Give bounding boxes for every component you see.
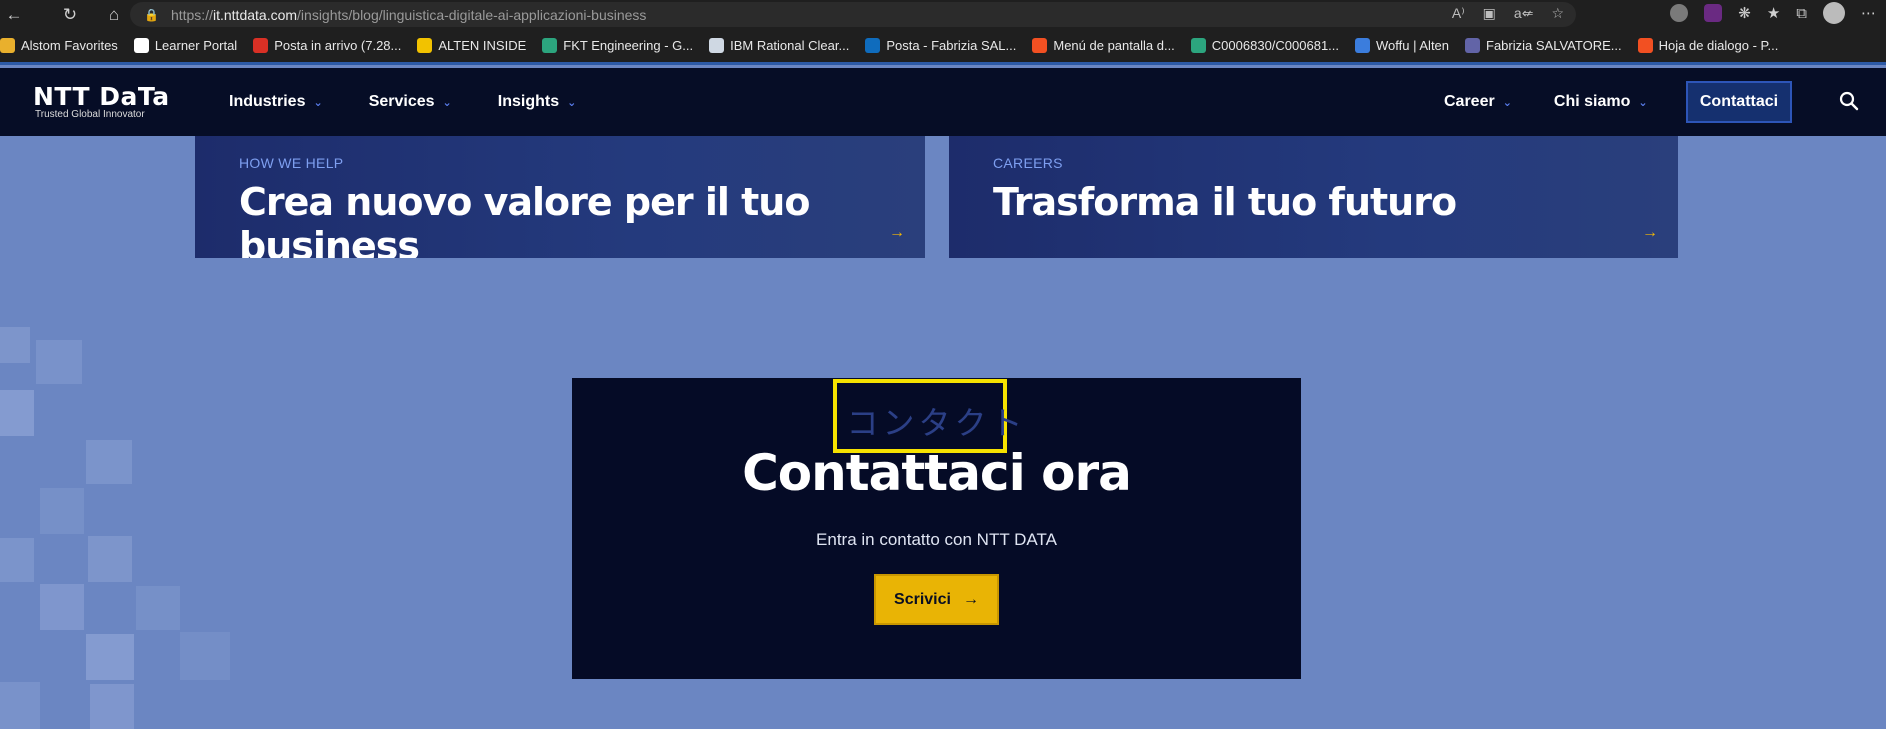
bookmark-item[interactable]: Hoja de dialogo - P... [1637,38,1779,53]
contact-subtitle: Entra in contatto con NTT DATA [816,530,1057,549]
collections-icon[interactable]: ⧉ [1796,5,1807,22]
home-icon[interactable]: ⌂ [100,1,128,29]
url-domain: it.nttdata.com [212,6,298,23]
reader-view-icon[interactable]: ▣ [1483,5,1496,22]
bookmark-label: Learner Portal [154,38,238,53]
scrivici-button[interactable]: Scrivici → [874,574,999,625]
bookmark-label: Alstom Favorites [21,38,118,53]
logo-wordmark: NTT DaTa [33,82,170,111]
bookmark-favicon-icon [417,38,433,53]
bookmark-favicon-icon [0,38,15,53]
card-eyebrow: CAREERS [993,155,1063,171]
search-icon[interactable] [1838,90,1860,112]
bookmark-label: Menú de pantalla d... [1053,38,1175,53]
favorite-add-icon[interactable]: ☆ [1551,5,1564,22]
bookmark-favicon-icon [709,38,725,53]
nav-career[interactable]: Career ⌄ [1444,93,1512,111]
contact-kana-heading: コンタクト [846,405,1027,441]
bookmark-label: Woffu | Alten [1376,38,1450,53]
refresh-icon[interactable]: ↻ [56,1,84,29]
bookmark-label: FKT Engineering - G... [563,38,694,53]
bookmark-item[interactable]: Fabrizia SALVATORE... [1465,38,1622,53]
read-aloud-icon[interactable]: A⁾ [1452,5,1465,22]
browser-toolbar: ← ↻ ⌂ 🔒 https:// it.nttdata.com /insight… [0,0,1886,29]
bookmark-item[interactable]: FKT Engineering - G... [542,38,693,53]
more-icon[interactable]: ⋯ [1861,4,1876,22]
back-icon[interactable]: ← [0,1,28,29]
onenote-extension-icon[interactable] [1704,4,1723,22]
chevron-down-icon: ⌄ [442,96,452,109]
url-prefix: https:// [170,6,213,23]
bookmark-item[interactable]: Posta in arrivo (7.28... [253,38,401,53]
bookmark-label: IBM Rational Clear... [730,38,850,53]
nav-label: Industries [229,93,306,110]
bookmark-item[interactable]: ALTEN INSIDE [417,38,526,53]
bookmark-item[interactable]: C0006830/C000681... [1190,38,1340,53]
ntt-data-logo[interactable]: NTT DaTa Trusted Global Innovator [33,82,170,120]
bookmark-favicon-icon [1637,38,1653,53]
bookmark-favicon-icon [865,38,881,53]
bookmark-favicon-icon [1465,38,1481,53]
bookmark-label: Posta in arrivo (7.28... [274,38,402,53]
bookmark-favicon-icon [1032,38,1048,53]
bookmark-label: Hoja de dialogo - P... [1658,38,1779,53]
bookmark-item[interactable]: Learner Portal [133,38,238,53]
profile-avatar[interactable] [1823,2,1845,24]
chevron-down-icon: ⌄ [567,96,577,109]
card-careers[interactable]: CAREERS Trasforma il tuo futuro → [949,136,1678,258]
extensions-puzzle-icon[interactable]: ❋ [1738,4,1751,22]
card-eyebrow: HOW WE HELP [239,155,344,171]
arrow-right-icon: → [1642,224,1658,241]
bookmark-label: ALTEN INSIDE [438,38,527,53]
bookmark-label: Fabrizia SALVATORE... [1486,38,1622,53]
nav-services[interactable]: Services ⌄ [369,93,452,111]
site-header: NTT DaTa Trusted Global Innovator Indust… [0,68,1886,136]
chevron-down-icon: ⌄ [1502,96,1512,109]
button-label: Scrivici [894,590,951,608]
lock-icon: 🔒 [144,7,159,22]
bookmark-item[interactable]: Posta - Fabrizia SAL... [865,38,1016,53]
bookmark-favicon-icon [133,38,149,53]
chevron-down-icon: ⌄ [313,96,323,109]
bookmark-favicon-icon [542,38,558,53]
contact-section: コンタクト Contattaci ora Entra in contatto c… [572,378,1301,679]
nav-chi-siamo[interactable]: Chi siamo ⌄ [1554,93,1648,111]
bookmark-item[interactable]: Menú de pantalla d... [1032,38,1175,53]
chevron-down-icon: ⌄ [1638,96,1648,109]
nav-label: Career [1444,93,1495,110]
favorites-icon[interactable]: ★ [1767,4,1780,22]
contattaci-button[interactable]: Contattaci [1686,81,1792,123]
arrow-right-icon: → [962,590,979,608]
bookmark-label: C0006830/C000681... [1211,38,1340,53]
bookmark-item[interactable]: Woffu | Alten [1355,38,1449,53]
card-how-we-help[interactable]: HOW WE HELP Crea nuovo valore per il tuo… [195,136,925,258]
contact-title: Contattaci ora [742,444,1132,502]
bookmark-item[interactable]: IBM Rational Clear... [709,38,849,53]
nav-label: Services [368,93,435,110]
url-path: /insights/blog/linguistica-digitale-ai-a… [297,6,647,23]
nav-label: Chi siamo [1553,93,1631,110]
bookmark-favicon-icon [253,38,269,53]
address-bar[interactable]: 🔒 https:// it.nttdata.com /insights/blog… [130,2,1576,27]
nav-industries[interactable]: Industries ⌄ [229,93,323,111]
extension-icon[interactable] [1670,4,1689,22]
bookmarks-bar: Alstom Favorites Learner Portal Posta in a… [0,29,1886,65]
bookmark-favicon-icon [1190,38,1206,53]
card-title: Trasforma il tuo futuro [993,180,1457,224]
nav-label: Insights [497,93,560,110]
nav-insights[interactable]: Insights ⌄ [498,93,577,111]
arrow-right-icon: → [889,224,905,241]
bookmark-favicon-icon [1355,38,1371,53]
bookmark-label: Posta - Fabrizia SAL... [886,38,1017,53]
bookmark-item[interactable]: Alstom Favorites [0,38,118,53]
translate-icon[interactable]: a⇍ [1514,5,1534,22]
card-title: Crea nuovo valore per il tuo business [239,180,810,258]
